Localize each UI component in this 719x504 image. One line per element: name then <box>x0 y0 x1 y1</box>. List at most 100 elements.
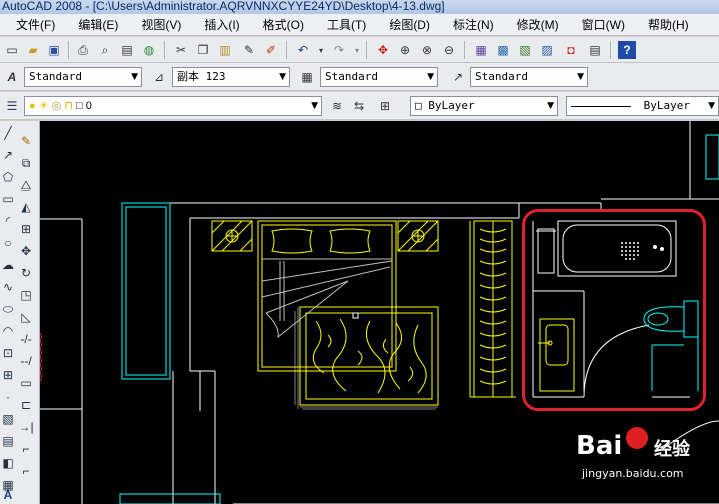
designcenter-icon[interactable]: ▩ <box>494 41 512 59</box>
cut-icon[interactable]: ✂ <box>172 41 190 59</box>
wardrobe <box>469 220 516 398</box>
linetype-select[interactable]: ByLayer ▼ <box>566 96 719 116</box>
menu-edit[interactable]: 编辑(E) <box>78 16 118 33</box>
brush-icon[interactable]: ✐ <box>262 41 280 59</box>
new-icon[interactable]: ▭ <box>3 41 21 59</box>
menu-insert[interactable]: 插入(I) <box>204 16 239 33</box>
watermark-brand-right: 经验 <box>654 439 690 460</box>
redo-icon[interactable]: ↷ <box>330 41 348 59</box>
open-icon[interactable]: ▰ <box>24 41 42 59</box>
menu-modify[interactable]: 修改(M) <box>517 16 559 33</box>
polygon-icon[interactable]: ⬠ <box>0 169 16 185</box>
drawing-canvas[interactable]: Bai 经验 jingyan.baidu.com <box>40 121 719 504</box>
menu-file[interactable]: 文件(F) <box>16 16 55 33</box>
ellipse-icon[interactable]: ⬭ <box>0 301 16 317</box>
plot-icon[interactable]: ▤ <box>118 41 136 59</box>
paste-icon[interactable]: ▥ <box>216 41 234 59</box>
stretch-icon[interactable]: ◺ <box>18 309 34 325</box>
text-style-select[interactable]: Standard ▼ <box>24 67 142 87</box>
array-icon[interactable]: ⊞ <box>18 221 34 237</box>
toolbar-separator <box>68 41 69 59</box>
insert-block-icon[interactable]: ⊡ <box>0 345 16 361</box>
text-style-icon[interactable]: A <box>3 68 21 86</box>
mtext-icon[interactable]: A <box>0 487 16 503</box>
menu-view[interactable]: 视图(V) <box>141 16 181 33</box>
scale-icon[interactable]: ◳ <box>18 287 34 303</box>
chevron-down-icon: ▼ <box>131 72 138 82</box>
color-select[interactable]: □ ByLayer ▼ <box>410 96 558 116</box>
table-style-value: Standard <box>325 70 378 83</box>
join-icon[interactable]: ⊏ <box>18 397 34 413</box>
zoom-previous-icon[interactable]: ⊖ <box>440 41 458 59</box>
watermark-brand-left: Bai <box>576 431 623 461</box>
menu-dimension[interactable]: 标注(N) <box>453 16 494 33</box>
print-icon[interactable]: ⎙ <box>74 41 92 59</box>
break-icon[interactable]: ▭ <box>18 375 34 391</box>
side-window <box>705 134 719 180</box>
mleader-style-select[interactable]: Standard ▼ <box>470 67 588 87</box>
trim-icon[interactable]: -/- <box>18 331 34 347</box>
color-value: ByLayer <box>428 99 475 112</box>
circle-icon[interactable]: ○ <box>0 235 16 251</box>
nightstand-left <box>211 220 253 252</box>
menu-format[interactable]: 格式(O) <box>263 16 304 33</box>
menu-draw[interactable]: 绘图(D) <box>389 16 430 33</box>
zoom-realtime-icon[interactable]: ⊕ <box>396 41 414 59</box>
offset-icon[interactable]: ◭ <box>18 199 34 215</box>
redo-dropdown-icon[interactable]: ▾ <box>348 41 366 59</box>
layer-color-swatch: □ <box>75 100 83 112</box>
layer-select[interactable]: ● ☀ ◎ ⊓ □ 0 ▼ <box>24 96 322 116</box>
dim-style-select[interactable]: 副本 123 ▼ <box>172 67 290 87</box>
help-icon[interactable]: ? <box>618 41 636 59</box>
menu-bar: 文件(F) 编辑(E) 视图(V) 插入(I) 格式(O) 工具(T) 绘图(D… <box>0 14 719 36</box>
point-icon[interactable]: · <box>0 389 16 405</box>
explode-icon[interactable]: ⌐ <box>18 463 34 479</box>
publish-icon[interactable]: ◍ <box>140 41 158 59</box>
make-block-icon[interactable]: ⊞ <box>0 367 16 383</box>
erase-icon[interactable]: ✎ <box>18 133 34 149</box>
toolpalettes-icon[interactable]: ▧ <box>516 41 534 59</box>
rotate-icon[interactable]: ↻ <box>18 265 34 281</box>
copy-icon[interactable]: ❐ <box>194 41 212 59</box>
match-icon[interactable]: ✎ <box>240 41 258 59</box>
dim-style-icon[interactable]: ⊿ <box>150 68 168 86</box>
layer-previous-icon[interactable]: ⇆ <box>350 97 368 115</box>
table-style-select[interactable]: Standard ▼ <box>320 67 438 87</box>
zoom-window-icon[interactable]: ⊗ <box>418 41 436 59</box>
mirror-icon[interactable]: ⧋ <box>18 177 34 193</box>
extend-icon[interactable]: --/ <box>18 353 34 369</box>
undo-icon[interactable]: ↶ <box>294 41 312 59</box>
make-current-layer-icon[interactable]: ≋ <box>328 97 346 115</box>
markup-icon[interactable]: ◘ <box>562 41 580 59</box>
preview-icon[interactable]: ⌕ <box>96 41 114 59</box>
fillet-icon[interactable]: ⌐ <box>18 441 34 457</box>
chamfer-icon[interactable]: →| <box>18 419 34 435</box>
table-style-icon[interactable]: ▦ <box>298 68 316 86</box>
menu-tools[interactable]: 工具(T) <box>327 16 366 33</box>
layer-states-icon[interactable]: ⊞ <box>376 97 394 115</box>
hatch-icon[interactable]: ▧ <box>0 411 16 427</box>
pan-icon[interactable]: ✥ <box>374 41 392 59</box>
rectangle-icon[interactable]: ▭ <box>0 191 16 207</box>
toolbar-separator <box>164 41 165 59</box>
menu-help[interactable]: 帮助(H) <box>648 16 689 33</box>
gradient-icon[interactable]: ▤ <box>0 433 16 449</box>
mleader-style-icon[interactable]: ↗ <box>449 68 467 86</box>
line-icon[interactable]: ╱ <box>0 125 16 141</box>
layer-manager-icon[interactable]: ☰ <box>3 97 21 115</box>
arc-icon[interactable]: ◜ <box>0 213 16 229</box>
properties-icon[interactable]: ▦ <box>472 41 490 59</box>
move-icon[interactable]: ✥ <box>18 243 34 259</box>
sheetset-icon[interactable]: ▨ <box>538 41 556 59</box>
copy-object-icon[interactable]: ⧉ <box>18 155 34 171</box>
revcloud-icon[interactable]: ☁ <box>0 257 16 273</box>
polyline-icon[interactable]: ↗ <box>0 147 16 163</box>
save-icon[interactable]: ▣ <box>45 41 63 59</box>
undo-dropdown-icon[interactable]: ▾ <box>312 41 330 59</box>
calculator-icon[interactable]: ▤ <box>586 41 604 59</box>
menu-window[interactable]: 窗口(W) <box>582 16 625 33</box>
region-icon[interactable]: ◧ <box>0 455 16 471</box>
ellipse-arc-icon[interactable]: ◠ <box>0 323 16 339</box>
spline-icon[interactable]: ∿ <box>0 279 16 295</box>
standard-toolbar: ▭ ▰ ▣ ⎙ ⌕ ▤ ◍ ✂ ❐ ▥ ✎ ✐ ↶ ▾ ↷ ▾ ✥ ⊕ ⊗ ⊖ … <box>0 37 719 63</box>
